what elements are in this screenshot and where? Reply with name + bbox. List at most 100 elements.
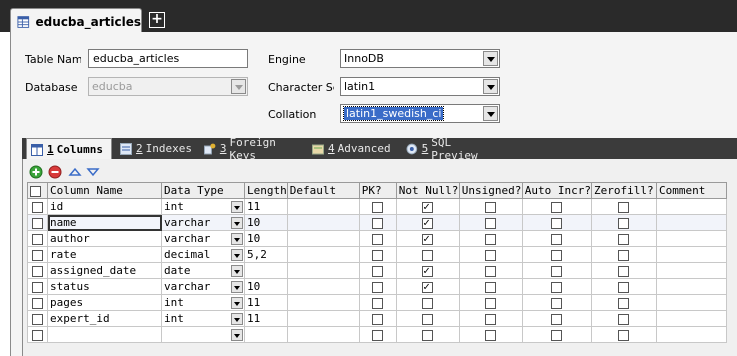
row-select-checkbox[interactable] (32, 249, 43, 261)
column-name-cell[interactable]: id (47, 198, 162, 215)
unsigned-cell[interactable] (458, 294, 523, 311)
not-null-checkbox[interactable] (422, 280, 434, 293)
column-name-cell[interactable]: pages (47, 294, 162, 311)
not-null-cell[interactable] (395, 262, 460, 279)
tab-sql-preview[interactable]: 5 SQL Preview (402, 136, 502, 162)
row-select-cell[interactable] (27, 230, 48, 247)
auto-incr-checkbox[interactable] (551, 313, 563, 325)
not-null-checkbox[interactable] (422, 200, 434, 213)
zerofill-checkbox[interactable] (618, 297, 630, 309)
not-null-cell[interactable] (395, 294, 460, 311)
zerofill-checkbox[interactable] (618, 329, 630, 341)
pk-cell[interactable] (358, 246, 397, 263)
not-null-checkbox[interactable] (422, 297, 434, 309)
zerofill-checkbox[interactable] (618, 201, 630, 213)
zerofill-cell[interactable] (590, 294, 657, 311)
zerofill-checkbox[interactable] (618, 233, 630, 245)
zerofill-checkbox[interactable] (618, 217, 630, 229)
length-cell[interactable]: 5,2 (244, 246, 288, 263)
auto-incr-cell[interactable] (521, 198, 592, 215)
pk-cell[interactable] (358, 214, 397, 231)
comment-cell[interactable] (655, 310, 727, 327)
unsigned-checkbox[interactable] (485, 265, 497, 277)
row-select-checkbox[interactable] (32, 313, 43, 325)
default-cell[interactable] (286, 246, 360, 263)
chevron-down-icon[interactable] (231, 281, 243, 293)
zerofill-cell[interactable] (590, 246, 657, 263)
chevron-down-icon[interactable] (231, 217, 243, 229)
comment-cell[interactable] (655, 294, 727, 311)
not-null-cell[interactable] (395, 198, 460, 215)
chevron-down-icon[interactable] (483, 106, 498, 121)
row-select-cell[interactable] (27, 198, 48, 215)
data-type-cell[interactable]: varchar (161, 278, 245, 295)
chevron-down-icon[interactable] (483, 51, 498, 66)
column-name-cell[interactable]: rate (47, 246, 162, 263)
default-cell[interactable] (286, 230, 360, 247)
auto-incr-checkbox[interactable] (551, 249, 563, 261)
length-cell[interactable]: 10 (244, 278, 288, 295)
data-type-cell[interactable]: varchar (161, 214, 245, 231)
zerofill-checkbox[interactable] (618, 249, 630, 261)
collation-select[interactable]: latin1_swedish_ci (340, 104, 500, 123)
row-select-checkbox[interactable] (32, 201, 43, 213)
data-type-cell[interactable]: int (161, 294, 245, 311)
zerofill-cell[interactable] (590, 310, 657, 327)
length-cell[interactable]: 11 (244, 310, 288, 327)
column-name-cell[interactable] (47, 326, 162, 343)
row-select-cell[interactable] (27, 262, 48, 279)
not-null-checkbox[interactable] (422, 329, 434, 341)
default-cell[interactable] (286, 214, 360, 231)
not-null-cell[interactable] (395, 278, 460, 295)
table-row[interactable]: name varchar 10 (27, 214, 727, 231)
unsigned-cell[interactable] (458, 326, 523, 343)
data-type-cell[interactable] (161, 326, 245, 343)
table-editor-tab[interactable]: educba_articles (10, 8, 142, 34)
pk-cell[interactable] (358, 294, 397, 311)
default-cell[interactable] (286, 198, 360, 215)
unsigned-checkbox[interactable] (485, 201, 497, 213)
table-row[interactable]: author varchar 10 (27, 230, 727, 247)
table-name-input[interactable]: educba_articles (88, 49, 248, 68)
row-select-cell[interactable] (27, 214, 48, 231)
auto-incr-checkbox[interactable] (551, 233, 563, 245)
not-null-cell[interactable] (395, 246, 460, 263)
chevron-down-icon[interactable] (231, 201, 243, 213)
unsigned-cell[interactable] (458, 230, 523, 247)
comment-cell[interactable] (655, 214, 727, 231)
pk-cell[interactable] (358, 326, 397, 343)
unsigned-checkbox[interactable] (485, 217, 497, 229)
auto-incr-checkbox[interactable] (551, 217, 563, 229)
row-select-cell[interactable] (27, 294, 48, 311)
comment-cell[interactable] (655, 230, 727, 247)
zerofill-cell[interactable] (590, 326, 657, 343)
unsigned-checkbox[interactable] (485, 313, 497, 325)
not-null-cell[interactable] (395, 310, 460, 327)
zerofill-cell[interactable] (590, 198, 657, 215)
tab-advanced[interactable]: 4 Advanced (308, 138, 398, 159)
not-null-checkbox[interactable] (422, 264, 434, 277)
chevron-down-icon[interactable] (231, 233, 243, 245)
pk-cell[interactable] (358, 278, 397, 295)
chevron-down-icon[interactable] (231, 297, 243, 309)
default-cell[interactable] (286, 278, 360, 295)
length-cell[interactable] (244, 262, 288, 279)
unsigned-cell[interactable] (458, 310, 523, 327)
data-type-cell[interactable]: int (161, 198, 245, 215)
engine-select[interactable]: InnoDB (340, 49, 500, 68)
pk-cell[interactable] (358, 310, 397, 327)
table-row[interactable]: assigned_date date (27, 262, 727, 279)
auto-incr-checkbox[interactable] (551, 265, 563, 277)
column-name-cell[interactable]: name (47, 214, 162, 231)
comment-cell[interactable] (655, 278, 727, 295)
pk-cell[interactable] (358, 230, 397, 247)
not-null-checkbox[interactable] (422, 232, 434, 245)
auto-incr-cell[interactable] (521, 262, 592, 279)
zerofill-cell[interactable] (590, 278, 657, 295)
tab-columns[interactable]: 1 Columns (26, 138, 112, 160)
zerofill-checkbox[interactable] (618, 265, 630, 277)
unsigned-cell[interactable] (458, 214, 523, 231)
pk-checkbox[interactable] (372, 297, 384, 309)
pk-checkbox[interactable] (372, 201, 384, 213)
chevron-down-icon[interactable] (483, 79, 498, 94)
